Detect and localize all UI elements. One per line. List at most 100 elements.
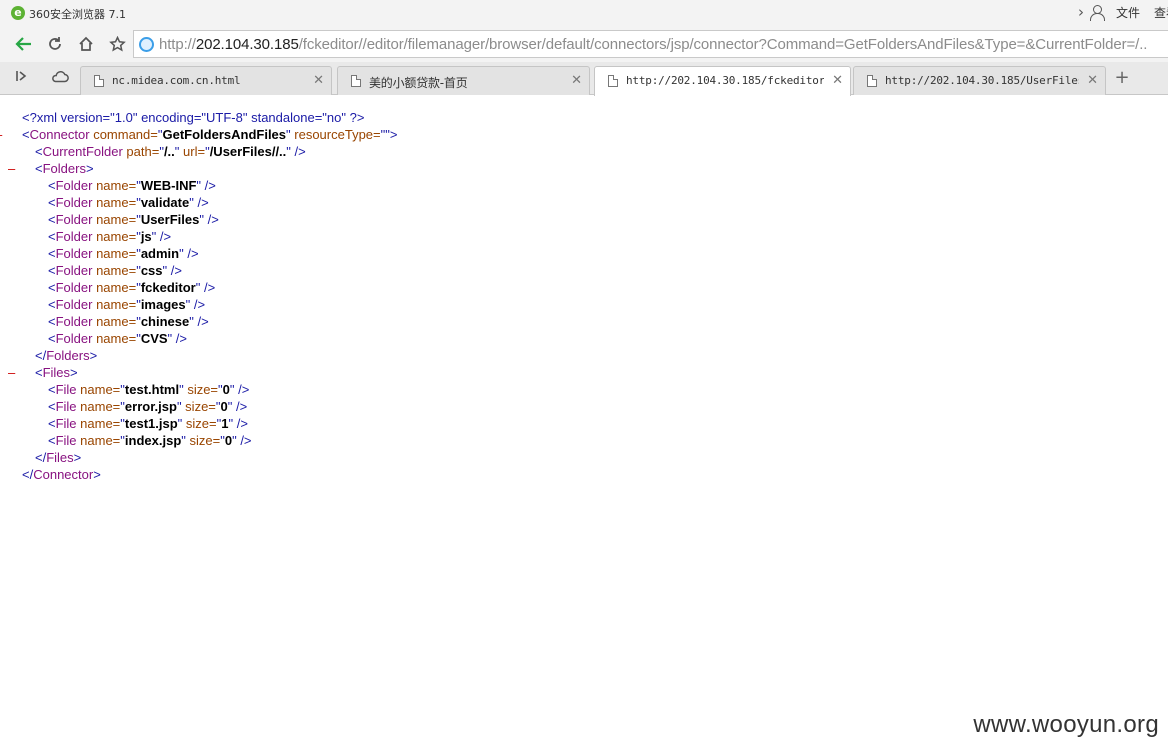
new-tab-button[interactable]: + <box>1111 68 1133 90</box>
collapse-toggle[interactable]: – <box>0 126 9 143</box>
tab-userfiles[interactable]: http://202.104.30.185/UserFiles//.. ✕ <box>853 66 1106 95</box>
xml-attr-name: name= <box>76 433 121 448</box>
xml-tag-name: Folder <box>55 246 93 261</box>
xml-tag-name: Folder <box>55 229 93 244</box>
xml-tag-name: Folder <box>55 263 93 278</box>
xml-attr-value: index.jsp <box>124 433 182 448</box>
title-bar: e 360安全浏览器 7.1 › 文件 查看 <box>0 0 1168 27</box>
xml-bracket: > <box>93 467 101 482</box>
xml-bracket: /> <box>193 314 209 329</box>
xml-bracket: /> <box>236 433 252 448</box>
xml-line-text: <File name="test.html" size="0" /> <box>48 381 249 398</box>
xml-bracket: < <box>48 433 56 448</box>
xml-bracket: /> <box>234 382 250 397</box>
tab-close-icon[interactable]: ✕ <box>832 73 843 88</box>
tab-close-icon[interactable]: ✕ <box>313 73 324 88</box>
document-icon <box>608 75 618 87</box>
xml-bracket: /> <box>172 331 187 346</box>
xml-attr-value: js <box>140 229 152 244</box>
xml-bracket: /> <box>156 229 172 244</box>
xml-bracket: < <box>48 263 56 278</box>
xml-tag-name: Folder <box>55 195 93 210</box>
xml-line-text: <Folder name="fckeditor" /> <box>48 279 215 296</box>
cloud-button[interactable] <box>50 69 70 89</box>
tab-nc-midea[interactable]: nc.midea.com.cn.html ✕ <box>80 66 332 95</box>
home-icon <box>79 36 93 51</box>
menu-file[interactable]: 文件 <box>1116 4 1140 21</box>
xml-line-text: <File name="index.jsp" size="0" /> <box>48 432 252 449</box>
xml-attr-name: name= <box>92 314 137 329</box>
menu-view[interactable]: 查看 <box>1154 4 1168 21</box>
collapse-toggle[interactable]: – <box>8 364 22 381</box>
xml-tag-name: Folders <box>42 161 86 176</box>
xml-attr-name: name= <box>92 178 137 193</box>
xml-line-text: <Folders> <box>35 160 94 177</box>
tab-midea-loan[interactable]: 美的小额贷款-首页 ✕ <box>337 66 590 95</box>
xml-bracket: /> <box>200 280 216 295</box>
xml-attr-name: name= <box>76 399 121 414</box>
xml-bracket: /> <box>203 212 219 227</box>
xml-bracket: < <box>48 178 56 193</box>
xml-bracket: < <box>48 212 56 227</box>
xml-attr-name: name= <box>92 297 137 312</box>
favorite-button[interactable] <box>104 31 130 57</box>
xml-bracket: < <box>35 144 43 159</box>
xml-line-text: <Files> <box>35 364 78 381</box>
xml-bracket: < <box>48 195 56 210</box>
user-icon[interactable] <box>1089 4 1105 21</box>
xml-line-text: <Folder name="images" /> <box>48 296 205 313</box>
xml-attr-name: url= <box>179 144 206 159</box>
xml-attr-name: name= <box>76 382 121 397</box>
tab-fckeditor-connector[interactable]: http://202.104.30.185/fckeditor//editor/… <box>594 66 851 96</box>
xml-bracket: /> <box>190 297 206 312</box>
xml-attr-value: 0 <box>224 433 233 448</box>
refresh-icon <box>49 37 61 50</box>
xml-attr-name: name= <box>92 229 137 244</box>
tab-label: http://202.104.30.185/fckeditor//editor/… <box>626 74 824 87</box>
sidebar-toggle-icon <box>16 71 27 81</box>
xml-bracket: /> <box>167 263 182 278</box>
xml-bracket: > <box>89 348 98 363</box>
xml-line-text: <Folder name="chinese" /> <box>48 313 209 330</box>
page-content: <?xml version="1.0" encoding="UTF-8" sta… <box>0 96 1168 752</box>
xml-attr-name: name= <box>92 280 137 295</box>
xml-line-text: <Folder name="CVS" /> <box>48 330 187 347</box>
back-button[interactable] <box>11 31 37 57</box>
xml-tag-name: Connector <box>33 467 94 482</box>
xml-attr-name: name= <box>92 331 137 346</box>
xml-tag-name: Folder <box>55 331 93 346</box>
xml-attr-value: admin <box>140 246 180 261</box>
xml-tag-name: Files <box>42 365 71 380</box>
xml-attr-value: chinese <box>140 314 190 329</box>
url-path: /fckeditor//editor/filemanager/browser/d… <box>298 36 1148 53</box>
address-bar[interactable]: http://202.104.30.185/fckeditor//editor/… <box>133 30 1168 58</box>
xml-attr-name: name= <box>92 195 137 210</box>
xml-bracket: > <box>85 161 94 176</box>
tab-close-icon[interactable]: ✕ <box>571 73 582 88</box>
xml-bracket: /> <box>193 195 209 210</box>
tab-label: http://202.104.30.185/UserFiles//.. <box>885 74 1079 87</box>
tab-close-icon[interactable]: ✕ <box>1087 73 1098 88</box>
xml-line-text: <Connector command="GetFoldersAndFiles" … <box>22 126 397 143</box>
chevron-right-icon[interactable]: › <box>1078 3 1084 21</box>
xml-attr-value: UserFiles <box>140 212 200 227</box>
home-button[interactable] <box>73 31 99 57</box>
navigation-bar: http://202.104.30.185/fckeditor//editor/… <box>0 27 1168 62</box>
xml-line-text: <File name="error.jsp" size="0" /> <box>48 398 247 415</box>
xml-line-text: </Connector> <box>22 466 101 483</box>
collapse-toggle[interactable]: – <box>8 160 22 177</box>
sidebar-toggle-button[interactable] <box>11 69 31 89</box>
xml-tag-name: Folders <box>46 348 90 363</box>
xml-bracket: < <box>48 280 56 295</box>
xml-bracket: < <box>48 246 56 261</box>
refresh-button[interactable] <box>42 31 68 57</box>
xml-bracket: < <box>48 314 56 329</box>
xml-bracket: > <box>70 365 78 380</box>
xml-attr-value: /UserFiles//.. <box>209 144 287 159</box>
xml-line-text: <Folder name="validate" /> <box>48 194 209 211</box>
xml-tag-name: Files <box>46 450 74 465</box>
cloud-icon <box>52 70 69 83</box>
xml-bracket: < <box>48 399 56 414</box>
xml-tag-name: Folder <box>55 212 93 227</box>
xml-tag-name: Folder <box>55 280 93 295</box>
